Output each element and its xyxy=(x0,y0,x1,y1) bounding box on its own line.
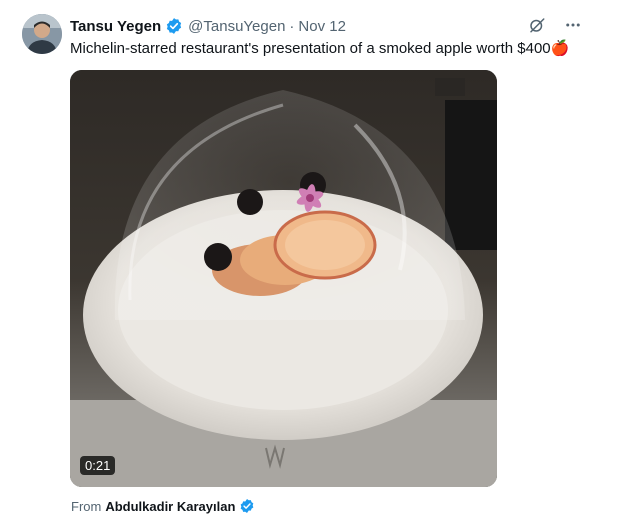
video-duration: 0:21 xyxy=(80,456,116,475)
tweet-date[interactable]: Nov 12 xyxy=(298,18,346,35)
tweet-text: Michelin-starred restaurant's presentati… xyxy=(70,39,569,59)
author-avatar[interactable] xyxy=(22,14,62,54)
author-handle[interactable]: @TansuYegen xyxy=(188,18,285,35)
tweet-header: Tansu Yegen @TansuYegen · Nov 12 xyxy=(70,16,346,36)
tweet-actions xyxy=(526,14,584,36)
video-frame xyxy=(70,70,497,487)
apple-emoji: 🍎 xyxy=(550,40,570,57)
more-icon[interactable] xyxy=(562,14,584,36)
verified-badge-icon xyxy=(167,18,182,34)
tweet-body: Michelin-starred restaurant's presentati… xyxy=(70,40,551,57)
attribution: From Abdulkadir Karayılan xyxy=(71,498,255,514)
tweet-card[interactable]: Tansu Yegen @TansuYegen · Nov 12 Micheli… xyxy=(0,0,620,525)
attribution-name[interactable]: Abdulkadir Karayılan xyxy=(105,499,235,514)
separator-dot: · xyxy=(289,17,295,35)
verified-badge-icon xyxy=(241,499,254,513)
grok-icon[interactable] xyxy=(526,14,548,36)
video-player[interactable]: 0:21 xyxy=(70,70,497,487)
author-name[interactable]: Tansu Yegen xyxy=(70,18,161,35)
attribution-prefix: From xyxy=(71,498,102,514)
